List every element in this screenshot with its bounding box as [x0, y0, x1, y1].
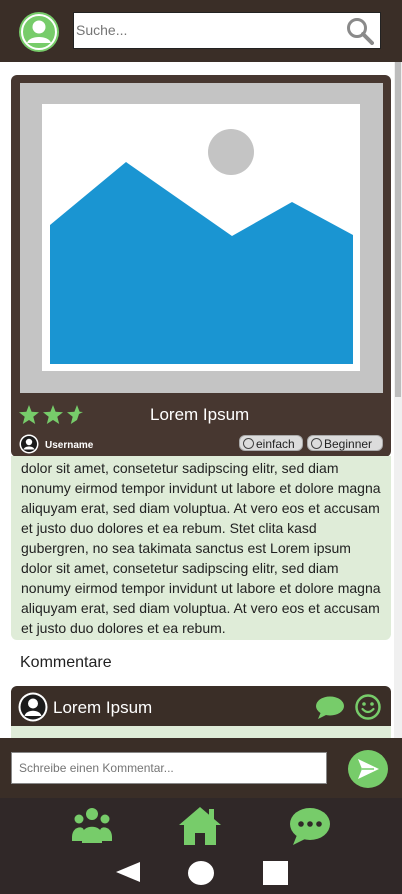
- half-star-icon: [67, 405, 83, 424]
- back-icon[interactable]: [115, 862, 141, 882]
- star-icon: [43, 405, 63, 424]
- post-image-placeholder-icon: [42, 104, 360, 371]
- send-icon: [358, 759, 379, 779]
- scrollbar-thumb[interactable]: [395, 62, 401, 397]
- search-icon[interactable]: [346, 17, 374, 45]
- radio-circle-icon: [243, 438, 254, 449]
- smiley-icon[interactable]: [355, 694, 381, 720]
- users-icon[interactable]: [71, 805, 113, 847]
- post-username[interactable]: Username: [45, 440, 93, 451]
- send-button[interactable]: [348, 750, 388, 788]
- post-title: Lorem Ipsum: [150, 405, 250, 424]
- home-icon[interactable]: [178, 805, 222, 847]
- tag-label: Beginner: [324, 437, 373, 451]
- comment-author: Lorem Ipsum: [53, 698, 153, 717]
- tag-badge[interactable]: einfach: [239, 435, 303, 451]
- post-description: dolor sit amet, consetetur sadipscing el…: [21, 460, 381, 636]
- avatar-icon: [18, 692, 48, 722]
- tag-label: einfach: [256, 437, 295, 451]
- star-icon: [19, 405, 39, 424]
- profile-avatar-icon[interactable]: [19, 12, 59, 52]
- comment-input[interactable]: [11, 752, 327, 784]
- comments-heading: Kommentare: [20, 654, 112, 671]
- speech-bubble-icon[interactable]: [315, 695, 345, 721]
- search-input[interactable]: [75, 14, 336, 46]
- search-box[interactable]: [73, 12, 381, 49]
- radio-circle-icon: [311, 438, 322, 449]
- square-recent-icon[interactable]: [263, 861, 288, 885]
- chat-icon[interactable]: [289, 805, 331, 847]
- circle-home-icon[interactable]: [188, 861, 214, 885]
- tag-badge[interactable]: Beginner: [307, 435, 383, 451]
- rating-stars: [19, 405, 83, 424]
- user-icon: [19, 434, 39, 454]
